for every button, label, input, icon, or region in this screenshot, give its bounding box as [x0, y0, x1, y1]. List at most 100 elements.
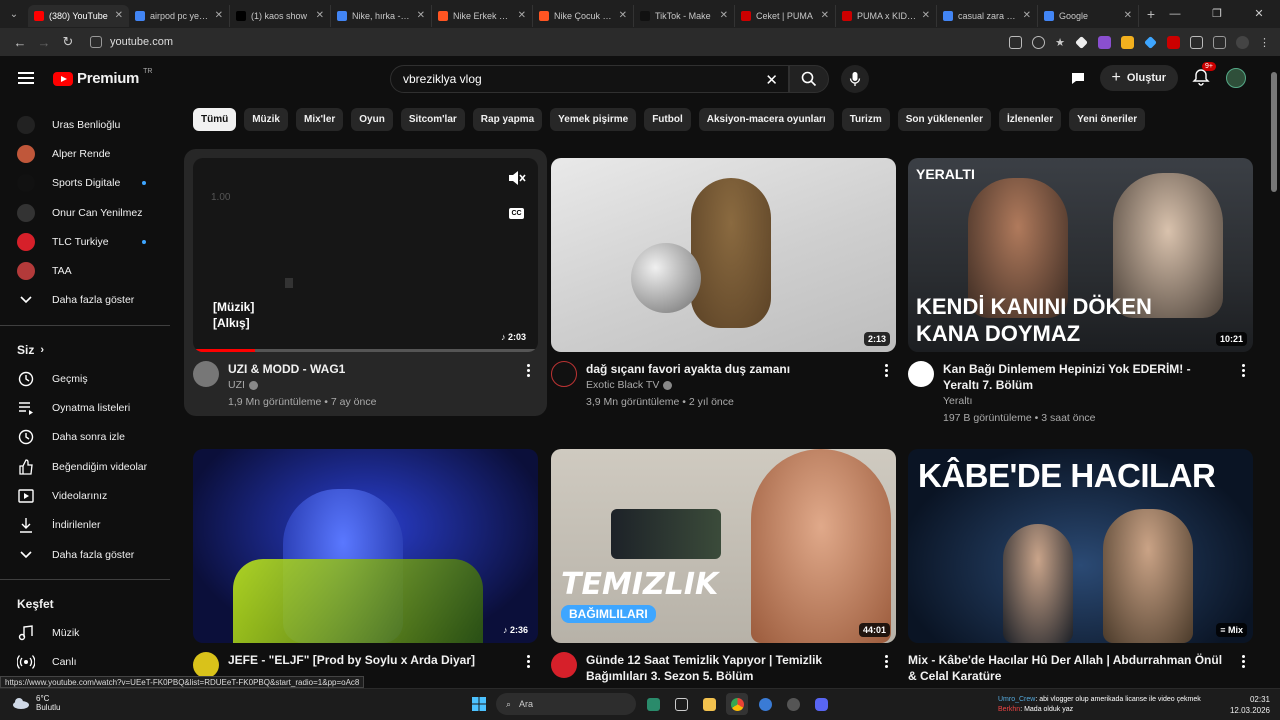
more-options-icon[interactable]	[527, 655, 530, 670]
ai-chat-icon[interactable]	[1070, 70, 1086, 86]
sidebar-item-subscription[interactable]: TLC Turkiye	[0, 227, 170, 256]
forward-icon[interactable]: →	[32, 35, 56, 50]
more-options-icon[interactable]	[885, 655, 888, 670]
preview-progress-track[interactable]	[193, 349, 538, 352]
browser-tab[interactable]: (380) YouTube ✕	[28, 4, 129, 27]
search-button[interactable]	[789, 65, 829, 93]
tab-close-icon[interactable]: ✕	[518, 10, 526, 21]
tab-close-icon[interactable]: ✕	[922, 10, 930, 21]
hamburger-menu-icon[interactable]	[18, 72, 34, 84]
more-options-icon[interactable]	[885, 364, 888, 379]
browser-tab[interactable]: casual zara par ✕	[937, 4, 1038, 27]
taskbar-search[interactable]: ⌕ Ara	[496, 693, 636, 715]
video-thumbnail[interactable]: ♪ 2:36	[193, 449, 538, 643]
bookmark-star-icon[interactable]: ★	[1055, 36, 1065, 49]
cast-icon[interactable]	[1009, 35, 1023, 49]
reload-icon[interactable]: ↻	[56, 34, 80, 50]
filter-chip[interactable]: Mix'ler	[296, 108, 344, 131]
sidebar-item-you[interactable]: Oynatma listeleri	[0, 393, 170, 422]
video-title[interactable]: JEFE - "ELJF" [Prod by Soylu x Arda Diya…	[228, 652, 514, 668]
weather-widget[interactable]: 6°C Bulutlu	[12, 694, 60, 712]
more-options-icon[interactable]	[527, 364, 530, 379]
tab-close-icon[interactable]: ✕	[215, 10, 223, 21]
video-title[interactable]: Kan Bağı Dinlemem Hepinizi Yok EDERİM! -…	[943, 361, 1229, 393]
zoom-icon[interactable]	[1032, 35, 1046, 49]
extension-purple-icon[interactable]	[1098, 35, 1111, 49]
filter-chip[interactable]: Futbol	[644, 108, 691, 131]
page-scrollbar[interactable]	[1268, 56, 1280, 676]
video-title[interactable]: dağ sıçanı favori ayakta duş zamanı	[586, 361, 872, 377]
tab-close-icon[interactable]: ✕	[1023, 10, 1031, 21]
account-avatar[interactable]	[1226, 68, 1246, 88]
browser-tab[interactable]: Nike, hırka - Go ✕	[331, 4, 432, 27]
extension-red-icon[interactable]	[1167, 35, 1180, 49]
tab-close-icon[interactable]: ✕	[619, 10, 627, 21]
captions-icon[interactable]: CC	[509, 208, 524, 219]
create-button[interactable]: + Oluştur	[1099, 65, 1178, 91]
video-thumbnail[interactable]: YERALTI KENDİ KANINI DÖKEN KANA DOYMAZ 1…	[908, 158, 1253, 352]
url-field[interactable]: youtube.com	[90, 31, 173, 53]
sidebar-item-subscription[interactable]: Onur Can Yenilmez	[0, 198, 170, 227]
channel-avatar[interactable]	[551, 361, 577, 387]
video-title[interactable]: UZI & MODD - WAG1	[228, 361, 514, 377]
mute-icon[interactable]	[508, 170, 526, 191]
extension-yellow-icon[interactable]	[1121, 35, 1134, 49]
more-options-icon[interactable]	[1242, 655, 1245, 670]
back-icon[interactable]: ←	[8, 35, 32, 50]
channel-avatar[interactable]	[193, 361, 219, 387]
show-more-subscriptions[interactable]: Daha fazla göster	[0, 286, 170, 315]
tab-close-icon[interactable]: ✕	[1124, 10, 1132, 21]
channel-avatar[interactable]	[908, 361, 934, 387]
channel-name[interactable]: Yeraltı	[943, 395, 972, 407]
app-icon[interactable]	[754, 693, 776, 715]
channel-name[interactable]: Exotic Black TV	[586, 379, 673, 391]
windows-start-icon[interactable]	[468, 693, 490, 715]
browser-menu-icon[interactable]: ⋮	[1259, 36, 1270, 49]
extension-diamond-icon[interactable]	[1075, 35, 1088, 49]
search-input[interactable]: vbreziklya vlog ✕	[390, 65, 789, 93]
filter-chip[interactable]: Aksiyon-macera oyunları	[698, 108, 834, 131]
copilot-icon[interactable]	[642, 693, 664, 715]
profile-icon[interactable]	[1236, 35, 1249, 49]
video-thumbnail[interactable]: TEMIZLIK BAĞIMLILARI 44:01	[551, 449, 896, 643]
steam-icon[interactable]	[782, 693, 804, 715]
browser-tab[interactable]: Ceket | PUMA ✕	[735, 4, 836, 27]
close-window-icon[interactable]: ✕	[1238, 0, 1280, 28]
sidebar-item-you[interactable]: Geçmiş	[0, 364, 170, 393]
sidebar-item-subscription[interactable]: TAA	[0, 256, 170, 285]
filter-chip[interactable]: Oyun	[351, 108, 393, 131]
you-section-header[interactable]: Siz ›	[0, 336, 170, 364]
filter-chip[interactable]: Turizm	[841, 108, 890, 131]
video-thumbnail[interactable]: KÂBE'DE HACILAR ≡ Mix	[908, 449, 1253, 643]
filter-chip[interactable]: Tümü	[193, 108, 237, 131]
video-title[interactable]: Günde 12 Saat Temizlik Yapıyor | Temizli…	[586, 652, 872, 684]
filter-chip[interactable]: Rap yapma	[472, 108, 543, 131]
browser-tab[interactable]: Nike Çocuk Swe ✕	[533, 4, 634, 27]
sidebar-item-you[interactable]: Videolarınız	[0, 481, 170, 510]
channel-name[interactable]: UZI	[228, 379, 258, 391]
browser-tab[interactable]: TikTok - Make ✕	[634, 4, 735, 27]
tab-close-icon[interactable]: ✕	[720, 10, 728, 21]
sidebar-item-you[interactable]: İndirilenler	[0, 511, 170, 540]
sidebar-item-you[interactable]: Beğendiğim videolar	[0, 452, 170, 481]
video-title[interactable]: Mix - Kâbe'de Hacılar Hû Der Allah | Abd…	[908, 652, 1228, 684]
show-more-you[interactable]: Daha fazla göster	[0, 540, 170, 569]
tab-close-icon[interactable]: ✕	[821, 10, 829, 21]
restore-icon[interactable]: ❐	[1196, 0, 1238, 28]
scrollbar-thumb[interactable]	[1271, 72, 1277, 192]
channel-avatar[interactable]	[551, 652, 577, 678]
minimize-icon[interactable]: —	[1154, 0, 1196, 28]
filter-chip[interactable]: Müzik	[244, 108, 288, 131]
tab-close-icon[interactable]: ✕	[115, 10, 123, 21]
sidebar-item-explore[interactable]: Canlı	[0, 647, 170, 676]
extension-blue-icon[interactable]	[1144, 35, 1157, 49]
browser-tab[interactable]: PUMA x KIDSU ✕	[836, 4, 937, 27]
media-controls-icon[interactable]	[1213, 35, 1226, 49]
site-info-icon[interactable]	[90, 36, 102, 48]
browser-tab[interactable]: (1) kaos show ✕	[230, 4, 331, 27]
system-clock[interactable]: 02:31 12.03.2026	[1230, 694, 1270, 716]
more-options-icon[interactable]	[1242, 364, 1245, 379]
channel-avatar[interactable]	[193, 652, 219, 678]
voice-search-button[interactable]	[841, 65, 869, 93]
sidebar-item-subscription[interactable]: Alper Rende	[0, 139, 170, 168]
